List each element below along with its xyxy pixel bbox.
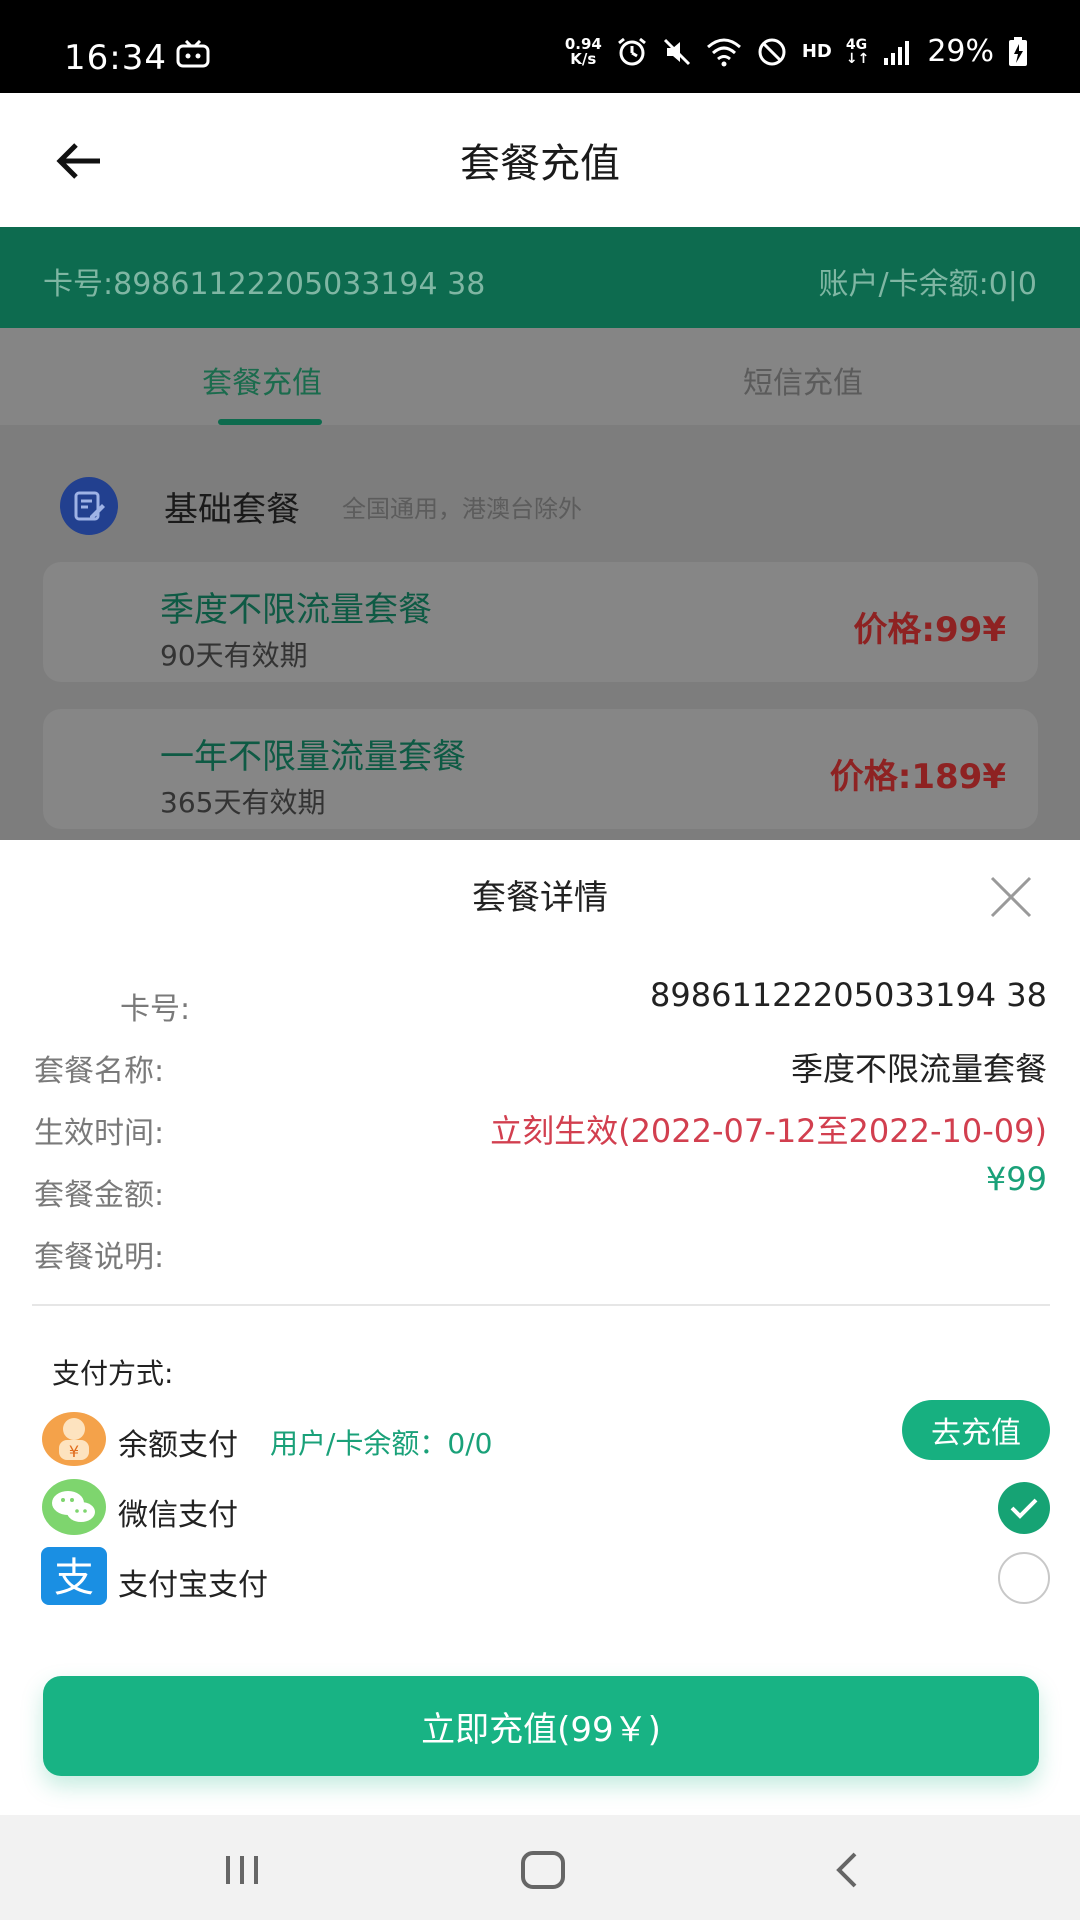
payment-option-alipay[interactable]: 支 支付宝支付 — [40, 1546, 1050, 1612]
recent-apps-button[interactable] — [212, 1845, 272, 1895]
edit-document-icon — [60, 477, 118, 535]
card-number: 卡号:89861122205033194 38 — [43, 267, 486, 302]
home-button[interactable] — [513, 1845, 573, 1895]
card-info-bar: 卡号:89861122205033194 38 账户/卡余额:0|0 — [0, 227, 1080, 328]
do-not-disturb-icon — [756, 36, 788, 68]
svg-text:¥: ¥ — [69, 1442, 79, 1461]
account-balance: 账户/卡余额:0|0 — [818, 267, 1038, 302]
payment-balance: 用户/卡余额：0/0 — [270, 1427, 493, 1460]
close-icon — [990, 876, 1032, 918]
detail-label-name: 套餐名称: — [34, 1054, 165, 1089]
go-recharge-button[interactable]: 去充值 — [902, 1400, 1050, 1460]
package-card[interactable]: 季度不限流量套餐 90天有效期 价格:99¥ — [43, 562, 1038, 682]
tv-icon — [176, 39, 210, 72]
section-title: 基础套餐 — [164, 489, 300, 530]
detail-value-effective: 立刻生效(2022-07-12至2022-10-09) — [490, 1112, 1047, 1150]
payment-method-label: 支付方式: — [52, 1357, 174, 1390]
battery-charging-icon — [1008, 36, 1028, 67]
alipay-icon: 支 — [40, 1546, 108, 1608]
package-validity: 365天有效期 — [160, 786, 326, 819]
section-header: 基础套餐 全国通用，港澳台除外 — [60, 477, 582, 535]
alarm-icon — [616, 36, 648, 68]
tab-package-recharge[interactable]: 套餐充值 — [202, 358, 322, 402]
detail-label-amount: 套餐金额: — [34, 1178, 165, 1213]
detail-label-description: 套餐说明: — [34, 1240, 165, 1275]
recharge-now-button[interactable]: 立即充值(99￥) — [43, 1676, 1039, 1776]
close-button[interactable] — [988, 874, 1034, 920]
payment-name: 微信支付 — [118, 1498, 238, 1533]
recent-apps-icon — [226, 1856, 258, 1884]
divider — [32, 1304, 1050, 1306]
wechat-icon — [40, 1476, 108, 1538]
sheet-title: 套餐详情 — [472, 878, 608, 918]
svg-text:支: 支 — [54, 1555, 94, 1601]
home-icon — [521, 1851, 565, 1889]
status-icons: 0.94 K/s HD 4G ↓↑ 29% — [565, 34, 1028, 69]
wifi-icon — [706, 37, 742, 67]
payment-option-wechat[interactable]: 微信支付 — [40, 1476, 1050, 1542]
section-subtitle: 全国通用，港澳台除外 — [342, 494, 582, 523]
battery-percent: 29% — [927, 34, 994, 69]
status-time: 16:34 — [64, 38, 167, 78]
network-speed: 0.94 K/s — [564, 34, 602, 68]
detail-label-card: 卡号: — [120, 992, 191, 1027]
package-detail-sheet: 套餐详情 卡号: 89861122205033194 38 套餐名称: 季度不限… — [0, 840, 1080, 1815]
package-price: 价格:99¥ — [853, 610, 1006, 650]
package-card[interactable]: 一年不限量流量套餐 365天有效期 价格:189¥ — [43, 709, 1038, 829]
back-icon — [836, 1852, 857, 1888]
system-nav-bar — [0, 1815, 1080, 1920]
detail-value-amount: ¥99 — [985, 1160, 1047, 1198]
back-nav-button[interactable] — [816, 1845, 876, 1895]
package-price: 价格:189¥ — [829, 757, 1006, 797]
app-bar: 套餐充值 — [0, 93, 1080, 227]
payment-name: 支付宝支付 — [118, 1568, 268, 1603]
tab-sms-recharge[interactable]: 短信充值 — [743, 358, 863, 402]
status-bar: 16:34 0.94 K/s HD 4G ↓↑ 29% — [0, 0, 1080, 93]
radio-button[interactable] — [998, 1552, 1050, 1604]
piggy-bank-icon: ¥ — [40, 1406, 108, 1468]
page-title: 套餐充值 — [460, 141, 620, 187]
checkmark-icon[interactable] — [998, 1482, 1050, 1534]
tab-bar: 套餐充值 短信充值 — [0, 328, 1080, 425]
package-validity: 90天有效期 — [160, 639, 308, 672]
mute-icon — [662, 37, 692, 67]
payment-option-balance[interactable]: ¥ 余额支付 用户/卡余额：0/0 去充值 — [40, 1400, 1050, 1472]
package-list-area: 基础套餐 全国通用，港澳台除外 季度不限流量套餐 90天有效期 价格:99¥ 一… — [0, 425, 1080, 840]
network-type: 4G ↓↑ — [845, 36, 870, 67]
payment-name: 余额支付 — [118, 1428, 238, 1463]
detail-label-effective: 生效时间: — [34, 1116, 165, 1151]
hd-indicator: HD — [801, 41, 832, 62]
package-name: 一年不限量流量套餐 — [160, 737, 466, 777]
detail-value-name: 季度不限流量套餐 — [790, 1050, 1047, 1088]
package-name: 季度不限流量套餐 — [160, 590, 432, 630]
signal-icon — [883, 38, 913, 66]
detail-value-card: 89861122205033194 38 — [650, 976, 1047, 1014]
